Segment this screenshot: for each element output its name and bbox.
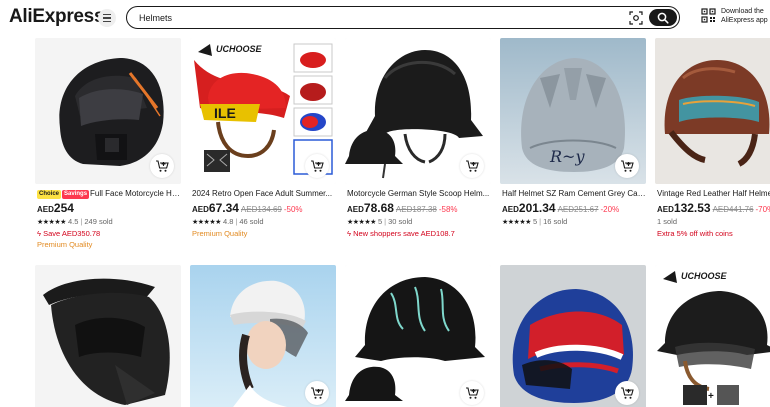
sold-count: 46 sold [239,217,264,226]
cart-plus-icon [621,387,634,399]
currency: AED [502,205,519,214]
svg-text:R~y: R~y [549,147,585,166]
new-shopper-promo: ϟ New shoppers save AED108.7 [347,229,455,238]
rating-row: ★★★★★ 4.5 | 249 sold [37,217,113,226]
currency: AED [37,205,54,214]
qr-code-icon[interactable] [701,8,716,23]
menu-icon[interactable] [98,9,116,27]
savings-badge: Savings [62,190,90,199]
search-bar [126,6,680,29]
price: 254 [53,201,74,215]
coins-promo: Extra 5% off with coins [657,229,733,238]
star-rating-icon: ★★★★★ [37,219,66,226]
discount-badge: -20% [600,205,620,214]
add-to-cart-button[interactable] [615,154,639,178]
original-price: AED187.38 [395,205,437,214]
search-input[interactable] [139,10,609,25]
product-image-german-style-helmet[interactable] [345,38,491,184]
cart-plus-icon [311,387,324,399]
sold-count: 1 sold [657,217,678,226]
choice-badge: Choice [37,190,62,199]
product-title[interactable]: Vintage Red Leather Half Helmet... [657,188,770,199]
original-price: AED134.69 [240,205,282,214]
premium-quality-label: Premium Quality [192,229,248,238]
uchoose-half-helmet-picture: + [655,265,770,407]
cart-plus-icon [621,160,634,172]
product-image-half-helmet-grey[interactable]: R~y [500,38,646,184]
image-search-icon[interactable] [629,11,643,25]
currency: AED [657,205,674,214]
price: 201.34 [518,201,556,215]
rating-row: ★★★★★ 4.8 | 46 sold [192,217,264,226]
star-rating-icon: ★★★★★ [347,219,376,226]
motocross-helmet-picture [35,265,181,407]
svg-text:+: + [708,391,714,402]
product-image-flame-half-helmet[interactable] [345,265,491,407]
download-line-2: AliExpress app [721,17,768,24]
cart-plus-icon [466,387,479,399]
product-title[interactable]: Half Helmet SZ Ram Cement Grey Cas... [502,188,646,199]
rating-row: ★★★★★ 5 | 30 sold [347,217,413,226]
price-row: AED132.53AED441.76-70% [657,200,770,215]
price-row: AED78.68 AED187.38 -58% [347,200,491,215]
brand-logo-uchoose: UCHOOSE [216,44,262,54]
product-image-flag-full-face-helmet[interactable] [500,265,646,407]
download-app-link[interactable]: Download the AliExpress app [721,7,770,25]
product-title-text: Full Face Motorcycle He... [90,189,181,198]
add-to-cart-button[interactable] [460,381,484,405]
search-button[interactable] [649,9,677,26]
price: 132.53 [673,201,711,215]
add-to-cart-button[interactable] [150,154,174,178]
price-row: AED201.34 AED251.67 -20% [502,200,646,215]
price: 67.34 [208,201,239,215]
vintage-helmet-picture [655,38,770,184]
rating-value: 5 [532,217,538,226]
discount-badge: -50% [283,205,303,214]
rating-value: 4.8 [222,217,234,226]
svg-text:ILE: ILE [214,105,236,121]
download-line-1: Download the [721,8,764,15]
sold-count: 30 sold [388,217,413,226]
brand-logo-uchoose: UCHOOSE [681,271,727,281]
add-to-cart-button[interactable] [460,154,484,178]
cart-plus-icon [466,160,479,172]
add-to-cart-button[interactable] [305,154,329,178]
cart-plus-icon [311,160,324,172]
rating-value: 4.5 [67,217,79,226]
aliexpress-logo[interactable]: AliExpress [9,6,105,28]
rating-value: 5 [377,217,383,226]
price: 78.68 [363,201,394,215]
premium-quality-label: Premium Quality [37,240,93,249]
product-title[interactable]: 2024 Retro Open Face Adult Summer... [192,188,336,199]
add-to-cart-button[interactable] [615,381,639,405]
star-rating-icon: ★★★★★ [502,219,531,226]
currency: AED [347,205,364,214]
rating-row: ★★★★★ 5 | 16 sold [502,217,568,226]
currency: AED [192,205,209,214]
product-image-full-face-helmet[interactable] [35,38,181,184]
product-image-motocross-helmet[interactable] [35,265,181,407]
product-image-retro-open-face-helmet[interactable]: ILE UCHOOSE [190,38,336,184]
header-bar: AliExpress Download the AliExpress app [0,0,770,36]
savings-promo: ϟ Save AED350.78 [37,229,101,238]
original-price: AED251.67 [557,205,599,214]
add-to-cart-button[interactable] [305,381,329,405]
star-rating-icon: ★★★★★ [192,219,221,226]
promo-text: Save AED350.78 [43,229,101,238]
product-title[interactable]: Choice Savings Full Face Motorcycle He... [37,188,181,199]
promo-text: New shoppers save AED108.7 [353,229,455,238]
discount-badge: -58% [438,205,458,214]
original-price: AED441.76 [712,205,754,214]
product-image-woman-open-face-helmet[interactable] [190,265,336,407]
product-title[interactable]: Motorcycle German Style Scoop Helm... [347,188,491,199]
discount-badge: -70% [755,205,770,214]
sold-count: 16 sold [543,217,568,226]
sold-count: 249 sold [84,217,113,226]
product-image-uchoose-half-helmet[interactable]: + UCHOOSE [655,265,770,407]
price-row: AED254 [37,200,181,215]
cart-plus-icon [156,160,169,172]
price-row: AED67.34 AED134.69 -50% [192,200,336,215]
product-image-vintage-leather-helmet[interactable] [655,38,770,184]
search-icon [657,12,669,24]
